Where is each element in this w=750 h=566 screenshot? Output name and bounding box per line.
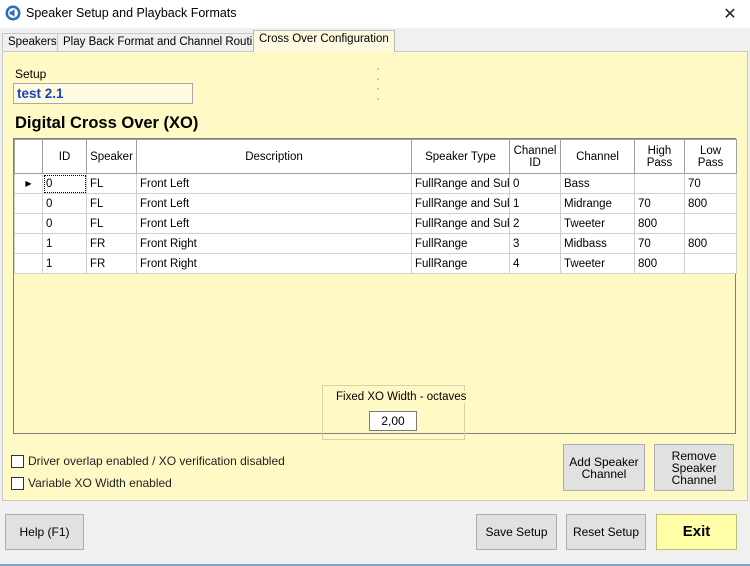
cell-speaker-type[interactable]: FullRange and Sub xyxy=(411,193,510,214)
section-heading: Digital Cross Over (XO) xyxy=(15,114,199,132)
close-icon[interactable]: ✕ xyxy=(710,0,750,28)
app-icon xyxy=(5,5,21,21)
cell-description[interactable]: Front Right xyxy=(136,253,412,274)
cell-speaker[interactable]: FR xyxy=(86,253,137,274)
cell-id[interactable]: 1 xyxy=(42,253,87,274)
cell-description[interactable]: Front Left xyxy=(136,173,412,194)
save-setup-button[interactable]: Save Setup xyxy=(476,514,557,550)
cell-id[interactable]: 0 xyxy=(42,213,87,234)
divider-dot xyxy=(377,68,379,70)
column-header-channel[interactable]: Channel xyxy=(560,139,635,174)
row-header-corner xyxy=(14,139,43,174)
driver-overlap-checkbox[interactable] xyxy=(11,454,24,468)
cell-id[interactable]: 1 xyxy=(42,233,87,254)
row-header[interactable] xyxy=(14,193,43,214)
tab-playback-format[interactable]: Play Back Format and Channel Routing xyxy=(57,33,271,52)
xo-width-label: Fixed XO Width - octaves xyxy=(334,391,469,403)
row-header[interactable] xyxy=(14,213,43,234)
setup-name-input[interactable] xyxy=(13,83,193,104)
cell-high-pass[interactable]: 70 xyxy=(634,193,685,214)
column-header-low-pass[interactable]: Low Pass xyxy=(684,139,737,174)
cell-high-pass[interactable]: 800 xyxy=(634,213,685,234)
remove-speaker-channel-button[interactable]: Remove Speaker Channel xyxy=(654,444,734,491)
cell-speaker[interactable]: FR xyxy=(86,233,137,254)
cell-speaker[interactable]: FL xyxy=(86,213,137,234)
cell-channel[interactable]: Tweeter xyxy=(560,213,635,234)
tab-cross-over-configuration[interactable]: Cross Over Configuration xyxy=(253,30,395,52)
table-row[interactable]: 0 FL Front Left FullRange and Sub 1 Midr… xyxy=(14,193,737,214)
setup-label: Setup xyxy=(15,67,47,81)
cell-channel-id[interactable]: 0 xyxy=(509,173,561,194)
cell-channel[interactable]: Midbass xyxy=(560,233,635,254)
cell-description[interactable]: Front Right xyxy=(136,233,412,254)
cell-high-pass[interactable]: 70 xyxy=(634,233,685,254)
cell-id[interactable]: 0 xyxy=(42,193,87,214)
column-header-channel-id[interactable]: Channel ID xyxy=(509,139,561,174)
xo-width-input[interactable]: 2,00 xyxy=(369,411,417,431)
cell-low-pass[interactable]: 800 xyxy=(684,233,737,254)
cell-speaker[interactable]: FL xyxy=(86,193,137,214)
cell-channel[interactable]: Tweeter xyxy=(560,253,635,274)
column-header-id[interactable]: ID xyxy=(42,139,87,174)
column-header-high-pass[interactable]: High Pass xyxy=(634,139,685,174)
window-title: Speaker Setup and Playback Formats xyxy=(26,6,237,20)
driver-overlap-option[interactable]: Driver overlap enabled / XO verification… xyxy=(11,454,285,468)
tab-strip: Speakers Play Back Format and Channel Ro… xyxy=(0,30,750,52)
cell-speaker-type[interactable]: FullRange and Sub xyxy=(411,213,510,234)
cell-low-pass[interactable]: 800 xyxy=(684,193,737,214)
exit-button[interactable]: Exit xyxy=(656,514,737,550)
cell-channel-id[interactable]: 1 xyxy=(509,193,561,214)
driver-overlap-label: Driver overlap enabled / XO verification… xyxy=(28,454,285,468)
help-button[interactable]: Help (F1) xyxy=(5,514,84,550)
tab-speakers[interactable]: Speakers xyxy=(2,33,63,52)
table-row[interactable]: ▶ 0 FL Front Left FullRange and Sub 0 Ba… xyxy=(14,173,737,194)
divider-dot xyxy=(377,88,379,90)
cell-high-pass[interactable] xyxy=(634,173,685,194)
column-header-speaker-type[interactable]: Speaker Type xyxy=(411,139,510,174)
column-header-speaker[interactable]: Speaker xyxy=(86,139,137,174)
table-row[interactable]: 0 FL Front Left FullRange and Sub 2 Twee… xyxy=(14,213,737,234)
cell-low-pass[interactable] xyxy=(684,253,737,274)
table-row[interactable]: 1 FR Front Right FullRange 4 Tweeter 800 xyxy=(14,253,737,274)
cell-id[interactable]: 0 xyxy=(42,173,87,194)
row-header[interactable] xyxy=(14,233,43,254)
cell-low-pass[interactable] xyxy=(684,213,737,234)
cell-channel-id[interactable]: 3 xyxy=(509,233,561,254)
cell-speaker-type[interactable]: FullRange and Sub xyxy=(411,173,510,194)
cell-channel-id[interactable]: 2 xyxy=(509,213,561,234)
add-speaker-channel-button[interactable]: Add Speaker Channel xyxy=(563,444,645,491)
cell-description[interactable]: Front Left xyxy=(136,193,412,214)
cell-channel-id[interactable]: 4 xyxy=(509,253,561,274)
variable-xo-checkbox[interactable] xyxy=(11,476,24,490)
variable-xo-label: Variable XO Width enabled xyxy=(28,476,172,490)
table-row[interactable]: 1 FR Front Right FullRange 3 Midbass 70 … xyxy=(14,233,737,254)
cell-speaker-type[interactable]: FullRange xyxy=(411,253,510,274)
cell-low-pass[interactable]: 70 xyxy=(684,173,737,194)
divider-dot xyxy=(377,78,379,80)
cell-speaker[interactable]: FL xyxy=(86,173,137,194)
divider-dot xyxy=(377,98,379,100)
column-header-description[interactable]: Description xyxy=(136,139,412,174)
cell-speaker-type[interactable]: FullRange xyxy=(411,233,510,254)
current-row-marker-icon[interactable]: ▶ xyxy=(14,173,43,194)
variable-xo-option[interactable]: Variable XO Width enabled xyxy=(11,476,172,490)
title-bar: Speaker Setup and Playback Formats ✕ xyxy=(0,0,750,28)
grid-header-row: ID Speaker Description Speaker Type Chan… xyxy=(14,139,737,174)
cell-high-pass[interactable]: 800 xyxy=(634,253,685,274)
reset-setup-button[interactable]: Reset Setup xyxy=(566,514,646,550)
cell-channel[interactable]: Bass xyxy=(560,173,635,194)
cell-description[interactable]: Front Left xyxy=(136,213,412,234)
cell-channel[interactable]: Midrange xyxy=(560,193,635,214)
row-header[interactable] xyxy=(14,253,43,274)
